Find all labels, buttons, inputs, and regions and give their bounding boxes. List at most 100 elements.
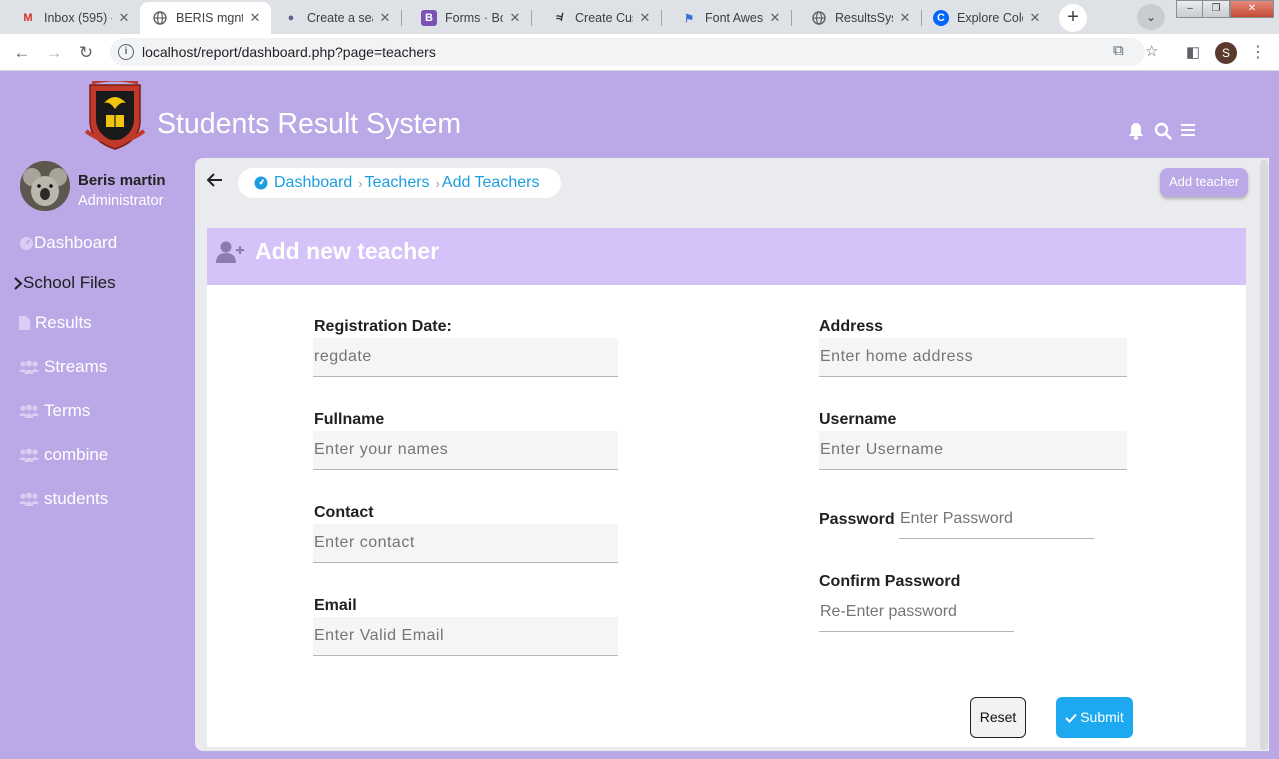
email-input[interactable] xyxy=(313,617,618,656)
fullname-label: Fullname xyxy=(314,411,385,428)
close-icon[interactable]: ✕ xyxy=(897,10,913,26)
close-icon[interactable]: ✕ xyxy=(377,10,393,26)
bell-icon[interactable] xyxy=(1128,122,1146,140)
sidebar-item-label: Terms xyxy=(44,401,91,420)
sidebar-item-label: Streams xyxy=(44,357,108,376)
gmail-icon: M xyxy=(23,12,33,24)
coolors-icon: C xyxy=(933,10,949,26)
users-icon xyxy=(18,403,40,419)
chevron-right-icon xyxy=(12,275,23,291)
close-icon[interactable]: ✕ xyxy=(1027,10,1043,26)
sidebar-item-dashboard[interactable]: Dashboard xyxy=(18,233,117,253)
school-logo xyxy=(84,78,146,151)
submit-button[interactable]: Submit xyxy=(1056,697,1133,738)
sidebar-item-label: combine xyxy=(44,445,109,464)
form-title: Add new teacher xyxy=(255,238,440,264)
forward-icon[interactable]: → xyxy=(42,41,66,65)
confirm-password-label: Confirm Password xyxy=(819,573,961,590)
contact-input[interactable] xyxy=(313,524,618,563)
browser-tab-beris[interactable]: BERIS mgnt ✕ xyxy=(140,2,271,34)
reload-icon[interactable]: ↻ xyxy=(74,41,98,65)
tab-label: Create Custo xyxy=(575,11,633,25)
breadcrumb-add-teachers-link[interactable]: Add Teachers xyxy=(442,174,540,192)
browser-tab-resultssys[interactable]: ResultsSys ✕ xyxy=(791,4,921,32)
minimize-window-button[interactable]: – xyxy=(1176,0,1204,18)
back-icon[interactable]: ← xyxy=(10,41,34,65)
wordpress-icon: ≉ xyxy=(555,12,563,24)
site-info-icon[interactable]: i xyxy=(118,44,134,60)
bookmark-star-icon[interactable]: ☆ xyxy=(1145,42,1158,60)
address-input[interactable] xyxy=(819,338,1127,377)
user-name: Beris martin xyxy=(78,172,166,189)
password-label: Password xyxy=(819,511,895,528)
submit-label: Submit xyxy=(1080,709,1124,725)
browser-tab-bar: M Inbox (595) - ✕ BERIS mgnt ✕ ● Create … xyxy=(0,0,1279,34)
breadcrumb-dashboard-link[interactable]: Dashboard xyxy=(274,174,352,192)
users-icon xyxy=(18,491,40,507)
sidebar-item-label: Dashboard xyxy=(34,233,118,252)
dashboard-crumb-icon xyxy=(254,176,268,190)
close-icon[interactable]: ✕ xyxy=(247,10,263,26)
add-teacher-card xyxy=(207,228,1246,747)
new-tab-button[interactable]: + xyxy=(1059,4,1087,32)
flag-icon: ⚑ xyxy=(684,12,694,25)
url-text: localhost/report/dashboard.php?page=teac… xyxy=(142,44,436,60)
user-avatar xyxy=(20,161,70,211)
close-icon[interactable]: ✕ xyxy=(507,10,523,26)
dashboard-icon xyxy=(18,235,34,251)
confirm-password-input[interactable] xyxy=(819,593,1014,632)
username-input[interactable] xyxy=(819,431,1127,470)
tab-search-button[interactable]: ⌄ xyxy=(1137,4,1165,30)
browser-tab-explore-colors[interactable]: C Explore Colo ✕ xyxy=(921,4,1051,32)
side-panel-icon[interactable]: ◧ xyxy=(1181,41,1205,65)
browser-tab-font-awesome[interactable]: ⚑ Font Aweso ✕ xyxy=(661,4,791,32)
browser-tab-forms-bootstrap[interactable]: B Forms · Boot ✕ xyxy=(401,4,531,32)
share-icon[interactable]: ⧉ xyxy=(1113,42,1124,59)
browser-menu-icon[interactable]: ⋮ xyxy=(1246,41,1270,65)
bootstrap-icon: B xyxy=(421,10,437,26)
browser-tab-create-custom[interactable]: ≉ Create Custo ✕ xyxy=(531,4,661,32)
fullname-input[interactable] xyxy=(313,431,618,470)
scrollbar[interactable] xyxy=(1260,160,1268,750)
users-icon xyxy=(18,447,40,463)
globe-icon xyxy=(152,10,168,26)
maximize-window-button[interactable]: ❐ xyxy=(1202,0,1230,18)
browser-tab-gmail[interactable]: M Inbox (595) - ✕ xyxy=(0,4,140,32)
tab-label: Font Aweso xyxy=(705,11,763,25)
sidebar-item-school-files[interactable]: School Files xyxy=(12,273,116,293)
app-title: Students Result System xyxy=(157,108,462,140)
back-arrow-icon[interactable] xyxy=(205,171,225,191)
sidebar-item-label: students xyxy=(44,489,109,508)
username-label: Username xyxy=(819,411,897,428)
sidebar-item-results[interactable]: Results xyxy=(18,313,92,333)
password-input[interactable] xyxy=(899,500,1094,539)
chevron-right-icon: › xyxy=(358,175,363,191)
tab-label: BERIS mgnt xyxy=(176,11,243,25)
profile-avatar[interactable]: S xyxy=(1215,42,1237,64)
browser-tab-create-search[interactable]: ● Create a sea ✕ xyxy=(271,4,401,32)
address-bar[interactable]: i localhost/report/dashboard.php?page=te… xyxy=(110,38,1158,66)
sidebar-item-label: School Files xyxy=(23,273,116,292)
sidebar-item-combine[interactable]: combine xyxy=(18,445,108,465)
chevron-right-icon: › xyxy=(435,175,440,191)
hamburger-menu-icon[interactable] xyxy=(1180,122,1198,140)
close-icon[interactable]: ✕ xyxy=(637,10,653,26)
regdate-input[interactable] xyxy=(313,338,618,377)
check-icon xyxy=(1065,698,1077,739)
tab-label: Create a sea xyxy=(307,11,373,25)
search-icon[interactable] xyxy=(1154,122,1172,140)
sidebar-item-students[interactable]: students xyxy=(18,489,108,509)
file-icon xyxy=(18,315,31,331)
close-icon[interactable]: ✕ xyxy=(116,10,132,26)
breadcrumb: Dashboard › Teachers › Add Teachers xyxy=(238,168,561,198)
user-role: Administrator xyxy=(78,193,164,209)
close-window-button[interactable]: ✕ xyxy=(1230,0,1274,18)
reset-button[interactable]: Reset xyxy=(970,697,1026,738)
close-icon[interactable]: ✕ xyxy=(767,10,783,26)
add-teacher-button[interactable]: Add teacher xyxy=(1160,168,1248,197)
regdate-label: Registration Date: xyxy=(314,318,452,335)
sidebar-item-terms[interactable]: Terms xyxy=(18,401,90,421)
user-plus-icon xyxy=(216,240,244,264)
sidebar-item-streams[interactable]: Streams xyxy=(18,357,107,377)
breadcrumb-teachers-link[interactable]: Teachers xyxy=(365,174,430,192)
